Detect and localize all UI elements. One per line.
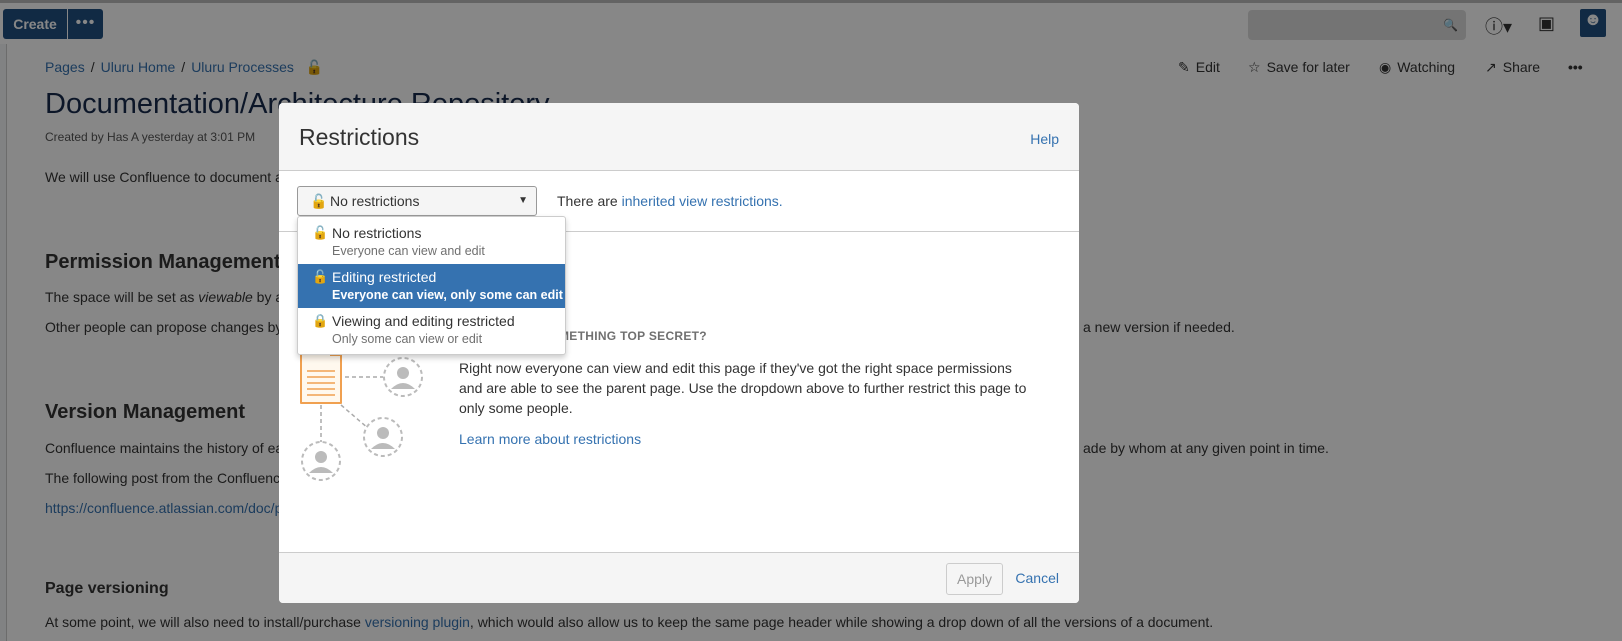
restrictions-select[interactable]: 🔓 No restrictions ▼ [297,186,537,216]
inherited-restrictions-text: There are inherited view restrictions. [557,193,783,209]
unlock-icon: 🔓 [310,193,328,209]
apply-button[interactable]: Apply [946,563,1003,595]
cancel-button[interactable]: Cancel [1015,570,1059,586]
restrictions-select-value: No restrictions [330,193,420,209]
dropdown-option-editing-restricted[interactable]: 🔓 Editing restricted Everyone can view, … [298,264,565,308]
secret-description: Right now everyone can view and edit thi… [459,360,1027,416]
dialog-header: Restrictions Help [279,103,1079,171]
learn-more-link[interactable]: Learn more about restrictions [459,431,641,447]
unlock-icon: 🔓 [312,225,329,240]
inherited-restrictions-link[interactable]: inherited view restrictions. [622,193,783,209]
dropdown-option-viewing-and-editing-restricted[interactable]: 🔒 Viewing and editing restricted Only so… [298,308,565,352]
dialog-title: Restrictions [299,124,420,150]
restrictions-dropdown-menu: 🔓 No restrictions Everyone can view and … [297,216,566,355]
help-link[interactable]: Help [1030,131,1059,147]
chevron-down-icon: ▼ [518,195,528,206]
lock-icon: 🔒 [312,313,329,328]
secret-heading: METHING TOP SECRET? [559,329,707,343]
restrictions-illustration-icon [300,344,423,481]
dropdown-option-no-restrictions[interactable]: 🔓 No restrictions Everyone can view and … [298,220,565,264]
unlock-icon: 🔓 [312,269,329,284]
dialog-footer: Apply Cancel [279,552,1079,603]
